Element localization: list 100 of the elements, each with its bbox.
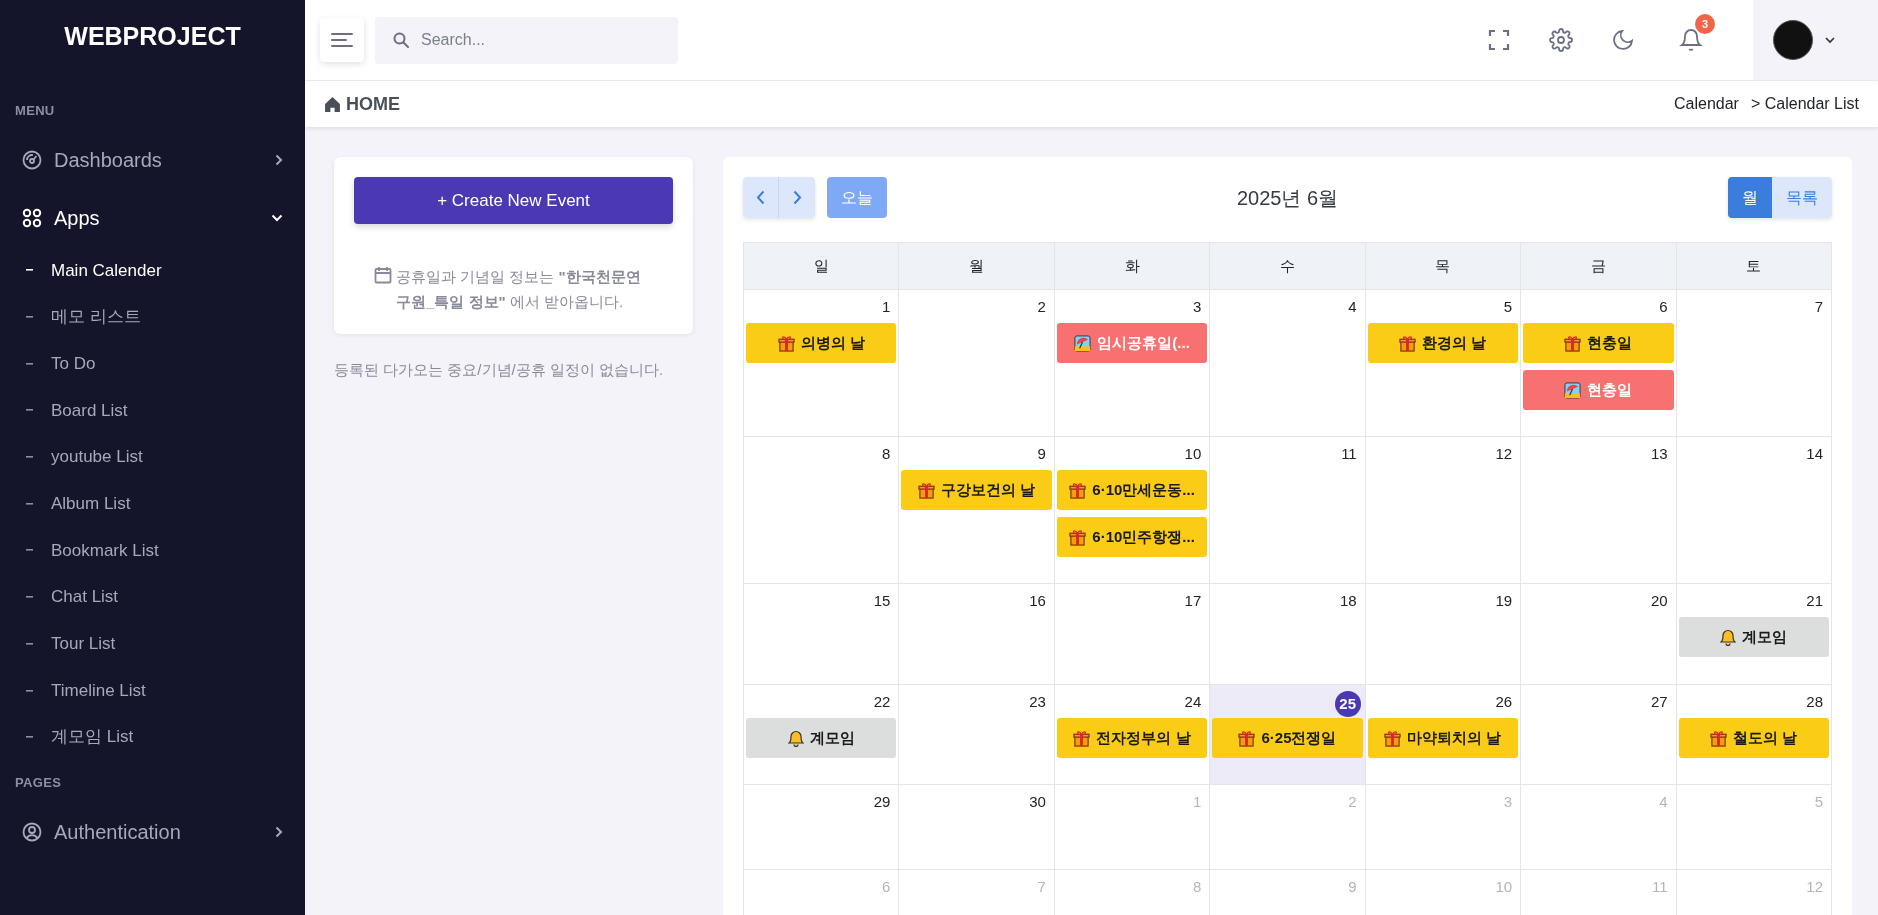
search-field[interactable]: Search... (375, 16, 678, 64)
day-number: 9 (1348, 877, 1357, 897)
bell-icon (1720, 628, 1737, 646)
day-number: 4 (1659, 792, 1668, 812)
calendar-icon (374, 266, 392, 284)
calendar-event[interactable]: 환경의 날 (1367, 323, 1519, 363)
brand-logo[interactable]: WEBPROJECT (64, 18, 241, 56)
calendar-event[interactable]: 6·25전쟁일 (1212, 718, 1363, 758)
day-cell[interactable]: 7 (1676, 290, 1832, 437)
submenu-item[interactable]: Chat List (0, 573, 305, 621)
day-number: 15 (873, 591, 891, 611)
view-tab[interactable]: 월 (1728, 177, 1772, 218)
notification-badge: 3 (1695, 14, 1715, 34)
search-icon (393, 31, 409, 48)
day-cell[interactable]: 15 (744, 584, 900, 685)
calendar-event[interactable]: 마약퇴치의 날 (1367, 718, 1519, 758)
submenu-item[interactable]: 계모임 List (0, 713, 305, 761)
day-cell[interactable]: 13 (1521, 437, 1677, 584)
day-number: 2 (1348, 792, 1357, 812)
dash-icon (26, 736, 33, 739)
sidebar-item[interactable]: Dashboards (0, 131, 305, 189)
page-title: HOME (346, 92, 400, 116)
day-cell[interactable]: 22 계모임 (744, 685, 900, 785)
menu-button[interactable] (320, 18, 364, 62)
day-cell[interactable]: 16 (899, 584, 1055, 685)
user-menu[interactable] (1753, 0, 1878, 80)
create-event-button[interactable]: + Create New Event (354, 177, 673, 224)
submenu-item[interactable]: Main Calender (0, 247, 305, 294)
calendar-event[interactable]: 철도의 날 (1678, 718, 1829, 758)
gift-icon (1399, 334, 1417, 352)
gift-icon (1069, 528, 1087, 546)
day-cell[interactable]: 21 계모임 (1676, 584, 1832, 685)
calendar-event[interactable]: 전자정부의 날 (1056, 718, 1208, 758)
day-number: 19 (1495, 591, 1513, 611)
day-cell[interactable]: 8 (744, 437, 900, 584)
day-cell[interactable]: 20 (1521, 584, 1677, 685)
weekday-header: 토 (1746, 255, 1762, 276)
day-cell[interactable]: 23 (899, 685, 1055, 785)
gauge-icon (22, 150, 42, 170)
day-cell[interactable]: 12 (1365, 437, 1522, 584)
day-number: 7 (1814, 297, 1823, 317)
day-cell[interactable]: 2 (899, 290, 1055, 437)
calendar-event[interactable]: 의병의 날 (746, 323, 897, 363)
submenu-item[interactable]: Timeline List (0, 667, 305, 714)
day-cell[interactable]: 24 전자정부의 날 (1054, 685, 1211, 785)
day-cell[interactable]: 17 (1054, 584, 1211, 685)
dash-icon (26, 689, 33, 692)
day-cell[interactable]: 3 임시공휴일(... (1054, 290, 1211, 437)
calendar-event[interactable]: 구강보건의 날 (901, 470, 1052, 510)
day-cell[interactable]: 9 구강보건의 날 (899, 437, 1055, 584)
sidebar-item[interactable]: Apps (0, 189, 305, 247)
breadcrumb-link[interactable]: > Calendar List (1750, 92, 1859, 116)
gift-icon (918, 481, 936, 499)
day-cell[interactable]: 25 6·25전쟁일 (1210, 685, 1366, 785)
submenu-item[interactable]: To Do (0, 340, 305, 388)
day-number: 22 (873, 692, 891, 712)
day-cell[interactable]: 19 (1365, 584, 1522, 685)
section-label: MENU (15, 102, 55, 121)
calendar-event[interactable]: 6·10만세운동... (1056, 470, 1208, 510)
day-number: 30 (1029, 792, 1046, 812)
day-number: 27 (1650, 692, 1668, 712)
day-cell[interactable]: 26 마약퇴치의 날 (1365, 685, 1522, 785)
day-cell[interactable]: 1 의병의 날 (744, 290, 900, 437)
chevron-right-icon (275, 825, 283, 838)
calendar-event[interactable]: 계모임 (1678, 617, 1829, 657)
day-cell[interactable]: 28 철도의 날 (1676, 685, 1832, 785)
weekday-header: 일 (813, 255, 829, 276)
sidebar-item[interactable]: Authentication (0, 802, 305, 861)
submenu-item[interactable]: Album List (0, 480, 305, 528)
gift-icon (777, 334, 795, 352)
day-cell[interactable]: 5 환경의 날 (1365, 290, 1522, 437)
calendar-event[interactable]: 계모임 (746, 718, 897, 758)
gift-icon (1238, 729, 1256, 747)
gift-icon (1069, 481, 1087, 499)
calendar-event[interactable]: 현충일 (1523, 323, 1674, 363)
day-number: 11 (1341, 444, 1357, 464)
breadcrumb-link[interactable]: Calendar (1674, 92, 1739, 116)
submenu-item[interactable]: 메모 리스트 (0, 293, 305, 341)
gift-icon (1564, 334, 1582, 352)
day-cell[interactable]: 30 (899, 785, 1055, 870)
submenu-item[interactable]: Bookmark List (0, 527, 305, 574)
calendar-event[interactable]: 6·10민주항쟁... (1056, 517, 1208, 557)
day-cell[interactable]: 27 (1521, 685, 1677, 785)
moon-icon (1611, 28, 1635, 52)
submenu-item[interactable]: youtube List (0, 433, 305, 481)
bell-icon (787, 729, 804, 747)
bell-icon (1679, 28, 1703, 52)
chevron-left-icon (756, 190, 765, 205)
day-number: 11 (1652, 877, 1668, 897)
submenu-item[interactable]: Board List (0, 387, 305, 434)
day-cell[interactable]: 4 (1210, 290, 1366, 437)
day-cell[interactable]: 14 (1676, 437, 1832, 584)
day-cell[interactable]: 29 (744, 785, 900, 870)
submenu-item[interactable]: Tour List (0, 620, 305, 668)
day-cell[interactable]: 11 (1210, 437, 1366, 584)
day-number: 3 (1503, 792, 1513, 812)
day-number: 7 (1037, 877, 1046, 897)
day-cell[interactable]: 10 6·10만세운동... 6·10민주항쟁... (1054, 437, 1211, 584)
day-cell[interactable]: 6 현충일 현충일 (1521, 290, 1677, 437)
weekday-header: 월 (969, 255, 985, 276)
